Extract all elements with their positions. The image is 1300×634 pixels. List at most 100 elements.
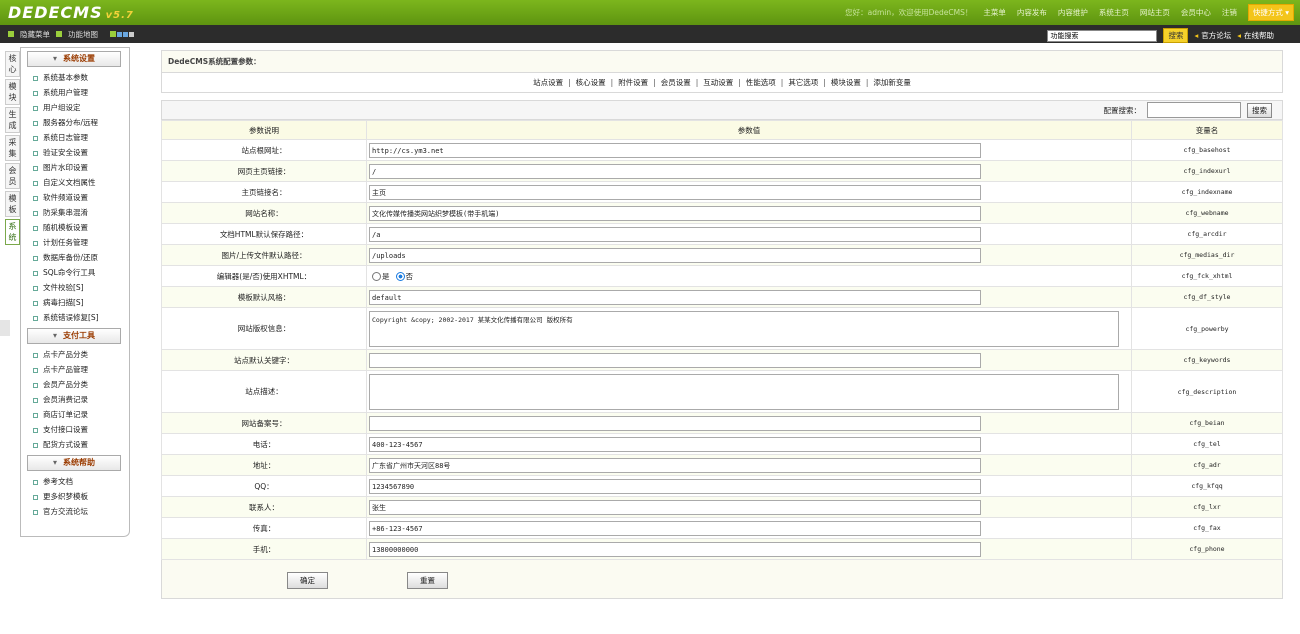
param-textarea[interactable] [369, 373, 1119, 410]
nav-logout[interactable]: 注销 [1222, 7, 1237, 18]
radio-no[interactable] [395, 272, 405, 281]
skin-swatches[interactable] [110, 30, 134, 39]
skin-swatch-icon[interactable] [117, 31, 122, 37]
config-tab[interactable]: 模块设置 [831, 78, 861, 87]
skin-swatch-icon[interactable] [110, 30, 116, 37]
radio-yes[interactable] [372, 272, 381, 281]
collapse-handle[interactable] [0, 320, 10, 336]
menu-item[interactable]: 更多织梦模板 [21, 489, 129, 504]
menu-item[interactable]: 系统日志管理 [21, 130, 129, 145]
param-label: 文档HTML默认保存路径： [161, 223, 367, 245]
config-table: 参数说明 参数值 变量名 站点根网址： http://cs.ym3.net cfg_… [161, 120, 1283, 560]
dedecms-logo[interactable]: DEDECMS v5.7 [8, 3, 134, 22]
menu-group-header[interactable]: ▾ 系统帮助 [27, 455, 121, 471]
menu-item-label: 会员产品分类 [43, 380, 88, 389]
nav-content-maintain[interactable]: 内容维护 [1058, 7, 1088, 18]
param-input[interactable]: 1234567890 [369, 478, 981, 494]
nav-system-home[interactable]: 系统主页 [1099, 7, 1129, 18]
config-search-input[interactable] [1147, 102, 1241, 118]
menu-item[interactable]: 软件频道设置 [21, 190, 129, 205]
config-tab[interactable]: 核心设置 [576, 78, 606, 87]
tab-system[interactable]: 系统 [5, 219, 20, 245]
menu-item[interactable]: 商店订单记录 [21, 407, 129, 422]
config-tab[interactable]: 会员设置 [661, 78, 691, 87]
menu-item[interactable]: 防采集串混淆 [21, 205, 129, 220]
config-tab[interactable]: 互动设置 [703, 78, 733, 87]
reset-button[interactable]: 重置 [407, 572, 448, 589]
menu-item[interactable]: 随机模板设置 [21, 220, 129, 235]
tab-modules[interactable]: 模块 [5, 79, 20, 105]
param-input[interactable]: 13800000000 [369, 541, 981, 557]
bullet-icon [33, 195, 38, 201]
param-input[interactable]: 主页 [369, 184, 981, 200]
skin-swatch-icon[interactable] [129, 31, 134, 37]
config-tab[interactable]: 其它选项 [788, 78, 818, 87]
param-input[interactable] [369, 352, 981, 368]
hide-menu-icon [8, 31, 14, 37]
skin-swatch-icon[interactable] [123, 31, 128, 37]
hide-menu-link[interactable]: 隐藏菜单 [20, 29, 50, 40]
func-map-link[interactable]: 功能地图 [68, 29, 98, 40]
tab-template[interactable]: 模板 [5, 191, 20, 217]
tab-member[interactable]: 会员 [5, 163, 20, 189]
quick-access-button[interactable]: 快捷方式 ▾ [1247, 4, 1294, 21]
menu-item[interactable]: 图片水印设置 [21, 160, 129, 175]
menu-item[interactable]: 计划任务管理 [21, 235, 129, 250]
menu-item[interactable]: 用户组设定 [21, 100, 129, 115]
param-input[interactable]: 广东省广州市天河区88号 [369, 457, 981, 473]
menu-item[interactable]: 点卡产品分类 [21, 347, 129, 362]
param-input[interactable]: / [369, 163, 981, 179]
menu-item[interactable]: SQL命令行工具 [21, 265, 129, 280]
config-search-button[interactable]: 搜索 [1247, 102, 1272, 118]
nav-site-home[interactable]: 网站主页 [1140, 7, 1170, 18]
config-tab[interactable]: 附件设置 [618, 78, 648, 87]
param-input[interactable]: http://cs.ym3.net [369, 142, 981, 158]
param-varname: cfg_adr [1131, 454, 1283, 476]
nav-member-center[interactable]: 会员中心 [1181, 7, 1211, 18]
confirm-button[interactable]: 确定 [287, 572, 328, 589]
menu-item[interactable]: 点卡产品管理 [21, 362, 129, 377]
function-search-input[interactable] [1047, 29, 1158, 42]
tab-generate[interactable]: 生成 [5, 107, 20, 133]
header-varname: 变量名 [1131, 120, 1283, 140]
menu-item[interactable]: 配货方式设置 [21, 437, 129, 452]
menu-item[interactable]: 官方交流论坛 [21, 504, 129, 519]
menu-item[interactable]: 会员产品分类 [21, 377, 129, 392]
page-title: DedeCMS系统配置参数： [161, 50, 1283, 73]
config-tab[interactable]: 性能选项 [746, 78, 776, 87]
menu-item[interactable]: 验证安全设置 [21, 145, 129, 160]
menu-item[interactable]: 系统基本参数 [21, 70, 129, 85]
param-input[interactable]: default [369, 289, 981, 305]
nav-main-menu[interactable]: 主菜单 [983, 7, 1006, 18]
menu-item[interactable]: 数据库备份/还原 [21, 250, 129, 265]
param-input[interactable]: 张生 [369, 499, 981, 515]
config-tab[interactable]: 站点设置 [533, 78, 563, 87]
param-input[interactable]: /a [369, 226, 981, 242]
tab-collect[interactable]: 采集 [5, 135, 20, 161]
param-textarea[interactable]: Copyright &copy; 2002-2017 某某文化传播有限公司 版权… [369, 310, 1119, 347]
bullet-icon [33, 397, 38, 403]
param-input[interactable]: 400-123-4567 [369, 436, 981, 452]
param-input[interactable]: /uploads [369, 247, 981, 263]
menu-item[interactable]: 系统错误修复[S] [21, 310, 129, 325]
menu-item[interactable]: 服务器分布/远程 [21, 115, 129, 130]
official-forum-link[interactable]: ◂ 官方论坛 [1194, 30, 1231, 41]
param-value-cell: 400-123-4567 [366, 433, 1132, 455]
menu-item[interactable]: 文件校验[S] [21, 280, 129, 295]
tab-core[interactable]: 核心 [5, 51, 20, 77]
menu-group-header[interactable]: ▾ 系统设置 [27, 51, 121, 67]
menu-item[interactable]: 病毒扫描[S] [21, 295, 129, 310]
config-tab[interactable]: 添加新变量 [873, 78, 911, 87]
menu-group-header[interactable]: ▾ 支付工具 [27, 328, 121, 344]
param-input[interactable]: +86-123-4567 [369, 520, 981, 536]
menu-item[interactable]: 自定义文档属性 [21, 175, 129, 190]
menu-item[interactable]: 系统用户管理 [21, 85, 129, 100]
menu-item[interactable]: 参考文档 [21, 474, 129, 489]
online-help-link[interactable]: ◂ 在线帮助 [1237, 30, 1274, 41]
param-input[interactable]: 文化传媒传播类网站织梦模板(带手机端) [369, 205, 981, 221]
menu-item[interactable]: 会员消费记录 [21, 392, 129, 407]
function-search-button[interactable]: 搜索 [1163, 28, 1189, 43]
nav-content-publish[interactable]: 内容发布 [1017, 7, 1047, 18]
menu-item[interactable]: 支付接口设置 [21, 422, 129, 437]
param-input[interactable] [369, 415, 981, 431]
